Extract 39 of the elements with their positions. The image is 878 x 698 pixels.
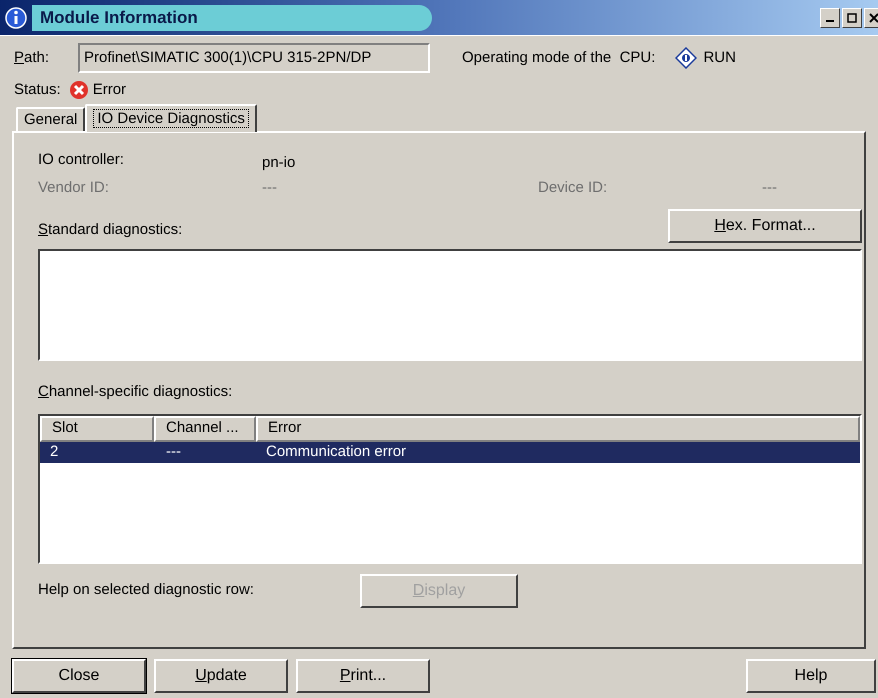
tab[interactable]: IO Device Diagnostics <box>85 104 257 132</box>
status-label: Status: <box>14 80 61 100</box>
hex-format-button[interactable]: Hex. Format... <box>668 209 862 243</box>
minimize-button[interactable] <box>820 8 840 28</box>
maximize-icon <box>847 12 857 22</box>
column-header[interactable]: Slot <box>40 416 154 442</box>
window-title: Module Information <box>32 4 432 30</box>
path-field: Profinet\SIMATIC 300(1)\CPU 315-2PN/DP <box>78 43 430 73</box>
minimize-icon <box>826 20 834 22</box>
operating-mode-label: Operating mode of the CPU: <box>462 48 656 68</box>
field-label: Vendor ID: <box>38 178 110 198</box>
section-label: Standard diagnostics: <box>38 220 182 240</box>
dialog-button[interactable]: Print... <box>296 659 430 693</box>
close-icon <box>869 12 878 22</box>
field-value: pn-io <box>262 152 296 173</box>
help-row-label: Help on selected diagnostic row: <box>38 580 255 600</box>
section-label: Channel-specific diagnostics: <box>38 382 234 402</box>
status-value: Error <box>92 80 126 100</box>
error-icon <box>68 80 89 100</box>
column-header[interactable]: Error <box>256 416 860 442</box>
info-icon <box>4 6 28 30</box>
table-row[interactable]: 2 --- Communication error <box>40 442 860 462</box>
field-value: --- <box>262 178 278 198</box>
field-label: IO controller: <box>38 150 125 170</box>
table-cell-text: --- <box>165 442 182 462</box>
table-cell-text: 2 <box>49 442 60 462</box>
tab[interactable]: General <box>16 107 86 131</box>
dialog-button[interactable]: Help <box>746 659 876 693</box>
dialog-button[interactable]: Close <box>12 659 146 693</box>
field-value: --- <box>762 178 777 198</box>
operating-mode-value: RUN <box>703 48 736 68</box>
path-label: Path: <box>14 48 50 68</box>
column-header[interactable]: Channel ... <box>154 416 256 442</box>
field-label: Device ID: <box>538 178 608 198</box>
table-cell-text: Communication error <box>265 442 408 462</box>
dialog-button[interactable]: Update <box>154 659 288 693</box>
maximize-button[interactable] <box>842 8 862 28</box>
close-button[interactable] <box>864 8 878 28</box>
run-diamond-icon <box>675 47 698 69</box>
